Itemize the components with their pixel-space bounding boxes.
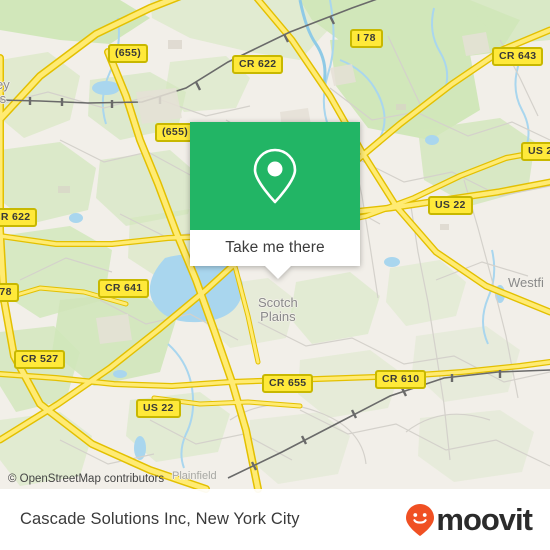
take-me-there-label: Take me there	[225, 239, 325, 256]
place-label-westfield: Westfi	[508, 275, 544, 290]
road-shield: (655)	[108, 44, 149, 63]
place-label-plainfield: Plainfield	[172, 470, 217, 482]
popup-image-area	[190, 122, 360, 230]
map-canvas[interactable]: (655) CR 622 I 78 CR 643 (655) US 22 US …	[0, 0, 550, 489]
location-title: Cascade Solutions Inc, New York City	[20, 510, 300, 528]
popup-action-area[interactable]: Take me there	[190, 230, 360, 266]
road-shield: CR 643	[492, 47, 544, 66]
location-popup[interactable]: Take me there	[190, 122, 360, 279]
road-shield: I 78	[350, 29, 383, 48]
place-label-partial-left: eyts	[0, 77, 10, 106]
moovit-logo[interactable]: moovit	[406, 502, 533, 537]
map-screenshot: (655) CR 622 I 78 CR 643 (655) US 22 US …	[0, 0, 550, 550]
osm-attribution[interactable]: © OpenStreetMap contributors	[8, 473, 164, 485]
road-shield: CR 622	[232, 55, 284, 74]
place-label-scotch-plains: Scotch Plains	[258, 295, 298, 324]
road-shield: (655)	[155, 123, 196, 142]
road-shield: CR 622	[0, 208, 38, 227]
road-shield: I 78	[0, 283, 19, 302]
road-shield: CR 527	[14, 350, 66, 369]
moovit-wordmark: moovit	[436, 502, 533, 537]
road-shield: US 22	[136, 399, 181, 418]
footer-bar: Cascade Solutions Inc, New York City moo…	[0, 489, 550, 550]
road-shield: CR 641	[98, 279, 150, 298]
road-shield: CR 610	[375, 370, 427, 389]
road-shield: US 22	[428, 196, 473, 215]
popup-tail	[265, 266, 291, 279]
map-pin-icon	[253, 148, 297, 203]
road-shield: US 22	[521, 142, 550, 161]
road-shield: CR 655	[262, 374, 314, 393]
moovit-smiley-pin-icon	[406, 503, 435, 536]
